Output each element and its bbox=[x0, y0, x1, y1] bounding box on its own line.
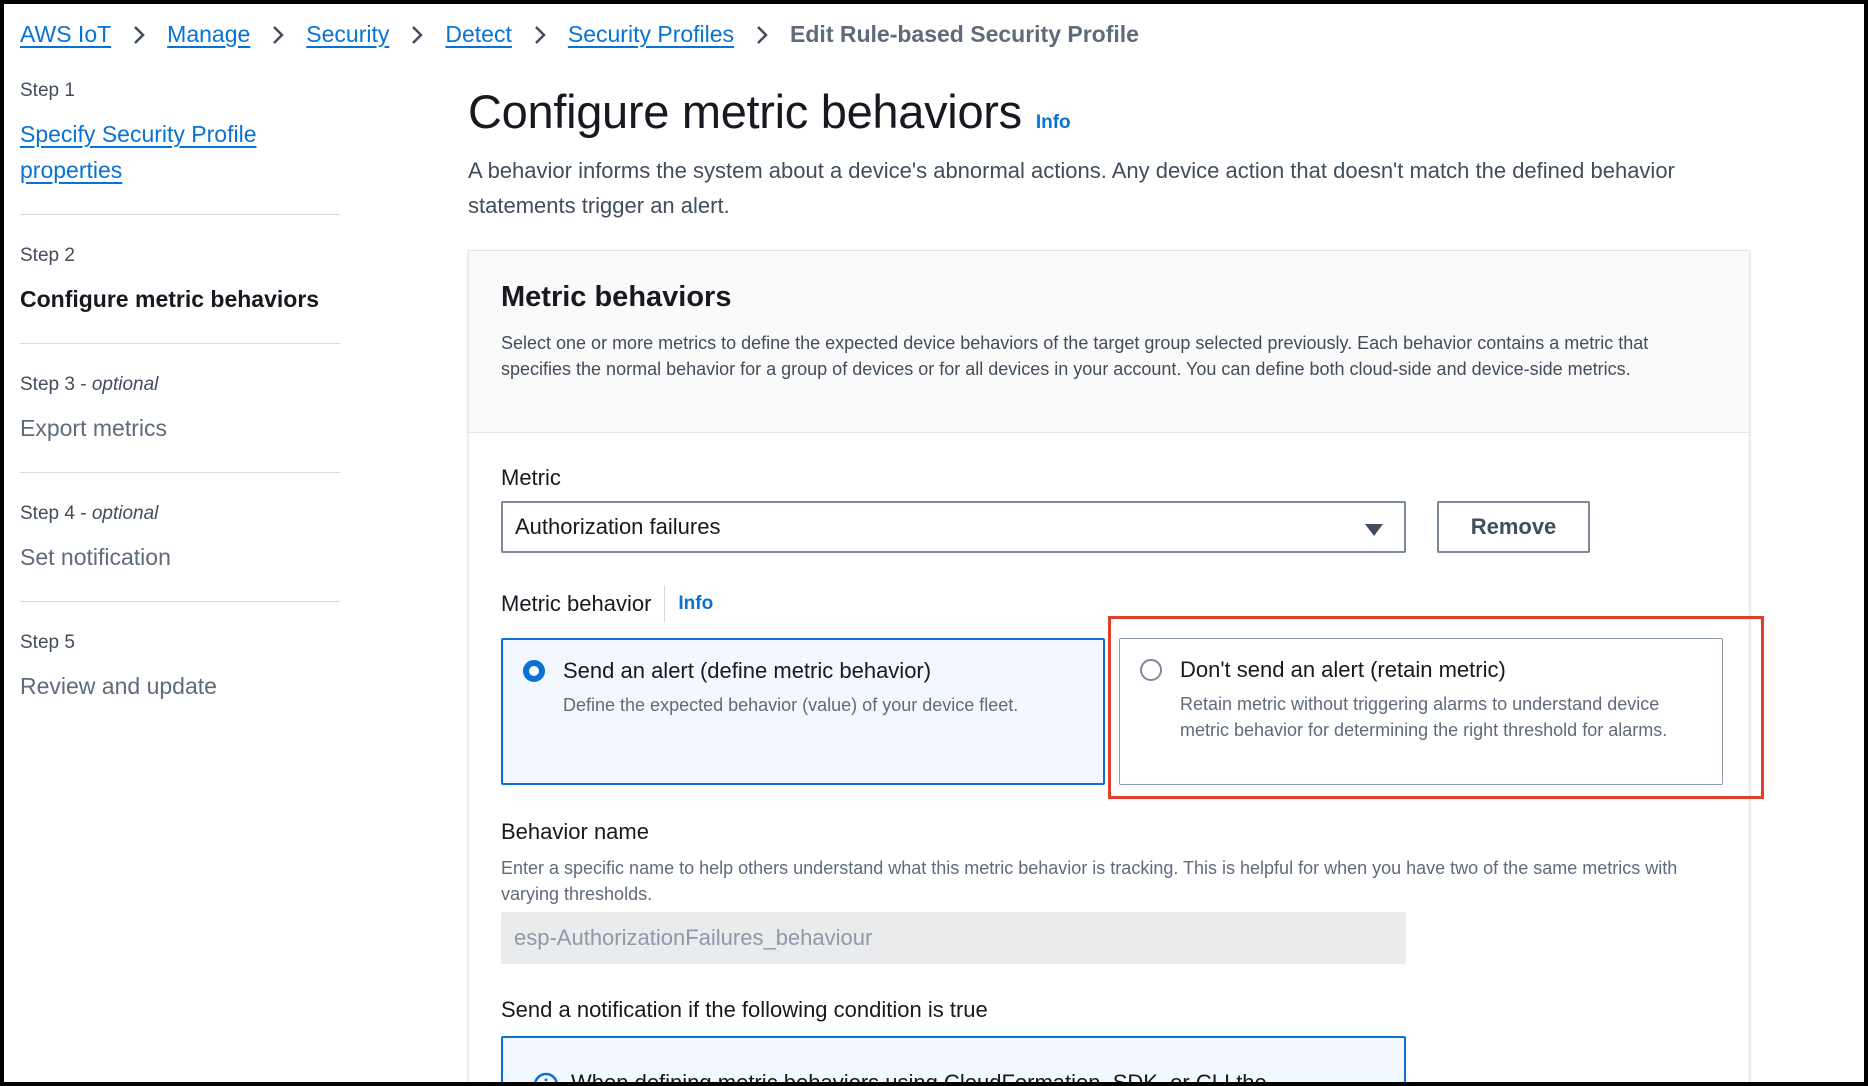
info-alert: When defining metric behaviors using Clo… bbox=[501, 1036, 1406, 1086]
radio-content: Don't send an alert (retain metric) Reta… bbox=[1180, 657, 1700, 766]
page-header: Configure metric behaviors Info A behavi… bbox=[468, 84, 1768, 223]
radio-title: Don't send an alert (retain metric) bbox=[1180, 657, 1506, 682]
metric-label: Metric bbox=[501, 465, 561, 490]
radio-send-alert[interactable]: Send an alert (define metric behavior) D… bbox=[501, 638, 1105, 785]
step-title-configure-metric-behaviors: Configure metric behaviors bbox=[20, 286, 320, 312]
breadcrumb-security-profiles[interactable]: Security Profiles bbox=[568, 21, 734, 48]
radio-title: Send an alert (define metric behavior) bbox=[563, 658, 932, 683]
breadcrumb-aws-iot[interactable]: AWS IoT bbox=[20, 21, 111, 48]
metric-selected-value: Authorization failures bbox=[515, 514, 721, 539]
metric-behavior-label: Metric behavior bbox=[501, 591, 652, 616]
step-label: Step 5 bbox=[20, 632, 75, 653]
step-title-set-notification: Set notification bbox=[20, 544, 171, 570]
step-title-export-metrics: Export metrics bbox=[20, 415, 167, 441]
step-label: Step 1 bbox=[20, 80, 75, 101]
chevron-right-icon bbox=[512, 21, 568, 48]
caret-down-icon bbox=[1364, 518, 1384, 544]
wizard-step-2: Step 2 Configure metric behaviors bbox=[20, 245, 340, 344]
page-description: A behavior informs the system about a de… bbox=[468, 158, 1675, 218]
breadcrumb-manage[interactable]: Manage bbox=[167, 21, 250, 48]
chevron-right-icon bbox=[389, 21, 445, 48]
radio-checked-icon bbox=[523, 660, 545, 682]
page-title: Configure metric behaviors bbox=[468, 85, 1022, 138]
radio-description: Retain metric without triggering alarms … bbox=[1180, 694, 1668, 740]
step-label: Step 3 - optional bbox=[20, 374, 159, 395]
metric-behaviors-container: Metric behaviors Select one or more metr… bbox=[468, 250, 1750, 1086]
container-description: Select one or more metrics to define the… bbox=[501, 333, 1649, 379]
step-title-review-and-update: Review and update bbox=[20, 673, 217, 699]
wizard-step-4: Step 4 - optional Set notification bbox=[20, 503, 340, 602]
container-header: Metric behaviors Select one or more metr… bbox=[469, 251, 1749, 433]
radio-dont-send-alert[interactable]: Don't send an alert (retain metric) Reta… bbox=[1119, 638, 1723, 785]
behavior-name-description: Enter a specific name to help others und… bbox=[501, 858, 1678, 904]
breadcrumb-security[interactable]: Security bbox=[306, 21, 389, 48]
metric-behavior-info-link[interactable]: Info bbox=[678, 593, 713, 615]
step-link-specify-properties[interactable]: Specify Security Profile properties bbox=[20, 116, 300, 188]
container-title: Metric behaviors bbox=[501, 281, 732, 313]
breadcrumb: AWS IoT Manage Security Detect Security … bbox=[20, 18, 1139, 50]
breadcrumb-current: Edit Rule-based Security Profile bbox=[790, 20, 1139, 47]
breadcrumb-detect[interactable]: Detect bbox=[445, 21, 511, 48]
info-alert-text: When defining metric behaviors using Clo… bbox=[571, 1070, 1267, 1086]
remove-button[interactable]: Remove bbox=[1437, 501, 1590, 553]
page-info-link[interactable]: Info bbox=[1036, 112, 1071, 134]
wizard-steps-nav: Step 1 Specify Security Profile properti… bbox=[20, 80, 340, 760]
radio-unchecked-icon bbox=[1140, 659, 1162, 681]
chevron-right-icon bbox=[734, 21, 790, 48]
metric-select[interactable]: Authorization failures bbox=[501, 501, 1406, 553]
condition-label: Send a notification if the following con… bbox=[501, 997, 988, 1022]
info-circle-icon bbox=[533, 1072, 559, 1086]
behavior-name-label: Behavior name bbox=[501, 819, 649, 844]
radio-content: Send an alert (define metric behavior) D… bbox=[563, 658, 1018, 765]
wizard-step-5: Step 5 Review and update bbox=[20, 632, 340, 730]
behavior-name-input[interactable]: esp-AuthorizationFailures_behaviour bbox=[501, 912, 1406, 964]
wizard-step-3: Step 3 - optional Export metrics bbox=[20, 374, 340, 473]
divider bbox=[664, 586, 666, 622]
step-label: Step 2 bbox=[20, 245, 75, 266]
chevron-right-icon bbox=[250, 21, 306, 48]
chevron-right-icon bbox=[111, 21, 167, 48]
step-label: Step 4 - optional bbox=[20, 503, 159, 524]
radio-description: Define the expected behavior (value) of … bbox=[563, 695, 1019, 715]
page-title-row: Configure metric behaviors Info bbox=[468, 84, 1768, 139]
metric-behavior-header: Metric behavior Info bbox=[501, 584, 713, 624]
wizard-step-1: Step 1 Specify Security Profile properti… bbox=[20, 80, 340, 215]
